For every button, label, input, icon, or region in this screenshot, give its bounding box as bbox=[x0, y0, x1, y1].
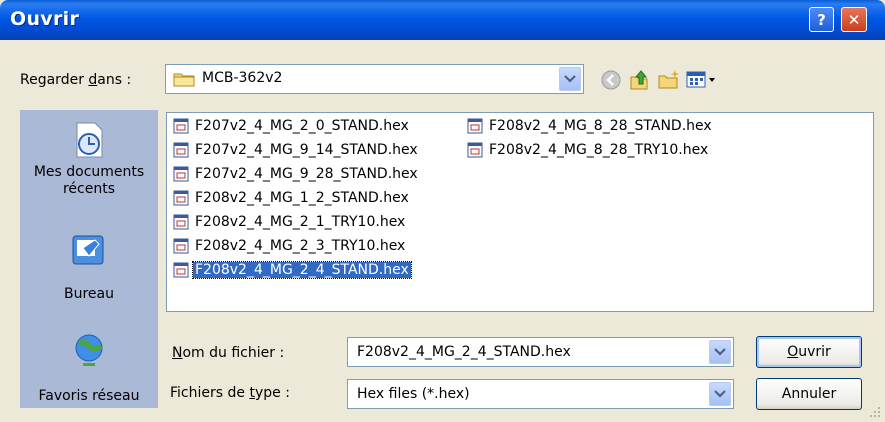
help-button[interactable]: ? bbox=[809, 7, 834, 32]
file-item[interactable]: F208v2_4_MG_2_3_TRY10.hex bbox=[173, 235, 407, 257]
file-name: F208v2_4_MG_1_2_STAND.hex bbox=[195, 190, 409, 206]
hex-file-icon bbox=[467, 118, 483, 134]
back-icon[interactable] bbox=[598, 67, 624, 93]
hex-file-icon bbox=[173, 142, 189, 158]
file-item[interactable]: F208v2_4_MG_8_28_TRY10.hex bbox=[467, 139, 710, 161]
network-places-icon bbox=[75, 334, 103, 366]
hex-file-icon bbox=[173, 214, 189, 230]
file-name-value: F208v2_4_MG_2_4_STAND.hex bbox=[357, 344, 571, 360]
recent-documents-icon bbox=[76, 122, 103, 158]
place-desktop[interactable]: Bureau bbox=[20, 230, 158, 303]
close-button[interactable]: ✕ bbox=[841, 7, 867, 32]
places-bar: Mes documents récents Bureau Favoris rés… bbox=[20, 110, 158, 408]
window-title: Ouvrir bbox=[10, 8, 80, 30]
view-menu-icon[interactable] bbox=[684, 67, 720, 93]
file-name: F208v2_4_MG_2_4_STAND.hex bbox=[192, 261, 412, 279]
place-label: Bureau bbox=[64, 286, 114, 302]
file-name-field[interactable]: F208v2_4_MG_2_4_STAND.hex bbox=[347, 337, 734, 367]
look-in-dropdown[interactable]: MCB-362v2 bbox=[165, 64, 584, 94]
file-name: F207v2_4_MG_9_14_STAND.hex bbox=[195, 142, 418, 158]
look-in-label: Regarder dans : bbox=[20, 72, 132, 88]
file-item[interactable]: F208v2_4_MG_8_28_STAND.hex bbox=[467, 115, 714, 137]
file-item[interactable]: F207v2_4_MG_9_14_STAND.hex bbox=[173, 139, 420, 161]
file-item[interactable]: F208v2_4_MG_1_2_STAND.hex bbox=[173, 187, 411, 209]
hex-file-icon bbox=[467, 142, 483, 158]
hex-file-icon bbox=[173, 238, 189, 254]
hex-file-icon bbox=[173, 118, 189, 134]
open-button[interactable]: Ouvrir bbox=[756, 336, 862, 368]
place-recent-documents[interactable]: Mes documents récents bbox=[20, 120, 158, 198]
file-name-label: Nom du fichier : bbox=[172, 345, 285, 361]
chevron-down-icon[interactable] bbox=[559, 67, 581, 91]
title-bar[interactable]: Ouvrir ? ✕ bbox=[0, 0, 885, 40]
file-type-value: Hex files (*.hex) bbox=[357, 386, 470, 402]
file-item[interactable]: F207v2_4_MG_9_28_STAND.hex bbox=[173, 163, 420, 185]
up-folder-icon[interactable] bbox=[626, 67, 652, 93]
look-in-value: MCB-362v2 bbox=[202, 70, 283, 86]
open-file-dialog: Ouvrir ? ✕ Regarder dans : MCB-362v2 Mes… bbox=[0, 0, 885, 422]
new-folder-icon[interactable] bbox=[655, 67, 681, 93]
file-item[interactable]: F207v2_4_MG_2_0_STAND.hex bbox=[173, 115, 411, 137]
folder-icon bbox=[173, 73, 195, 87]
file-type-label: Fichiers de type : bbox=[170, 385, 290, 401]
hex-file-icon bbox=[173, 190, 189, 206]
cancel-button[interactable]: Annuler bbox=[756, 378, 862, 410]
file-list[interactable]: F207v2_4_MG_2_0_STAND.hex F207v2_4_MG_9_1… bbox=[166, 112, 874, 312]
file-name: F208v2_4_MG_2_1_TRY10.hex bbox=[195, 214, 406, 230]
place-label: Favoris réseau bbox=[38, 388, 140, 404]
file-name: F207v2_4_MG_2_0_STAND.hex bbox=[195, 118, 409, 134]
file-name: F208v2_4_MG_8_28_STAND.hex bbox=[489, 118, 712, 134]
place-network[interactable]: Favoris réseau bbox=[20, 330, 158, 405]
hex-file-icon bbox=[173, 262, 189, 278]
resize-grip-icon[interactable] bbox=[869, 406, 881, 418]
chevron-down-icon[interactable] bbox=[709, 340, 731, 364]
file-name: F208v2_4_MG_8_28_TRY10.hex bbox=[489, 142, 709, 158]
hex-file-icon bbox=[173, 166, 189, 182]
file-name: F207v2_4_MG_9_28_STAND.hex bbox=[195, 166, 418, 182]
file-type-dropdown[interactable]: Hex files (*.hex) bbox=[347, 379, 734, 409]
place-label: Mes documents récents bbox=[33, 164, 145, 197]
desktop-icon bbox=[72, 235, 104, 265]
file-name: F208v2_4_MG_2_3_TRY10.hex bbox=[195, 238, 406, 254]
file-item[interactable]: F208v2_4_MG_2_1_TRY10.hex bbox=[173, 211, 407, 233]
chevron-down-icon[interactable] bbox=[709, 382, 731, 406]
file-item[interactable]: F208v2_4_MG_2_4_STAND.hex bbox=[173, 259, 412, 281]
